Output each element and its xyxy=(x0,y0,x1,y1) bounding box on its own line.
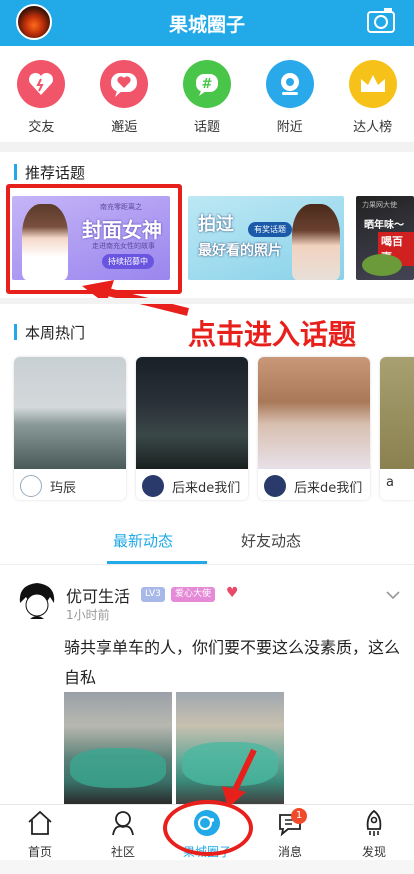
post-time: 1小时前 xyxy=(66,608,110,622)
topic-card-best-photo[interactable]: 拍过 有奖话题 最好看的照片 xyxy=(188,196,344,280)
hot-card[interactable]: 后来de我们 xyxy=(136,357,248,500)
user-avatar xyxy=(20,475,42,497)
annotation-arrow-icon xyxy=(222,748,257,808)
nav-label: 邂逅 xyxy=(111,120,138,135)
rocket-icon xyxy=(366,809,382,836)
divider xyxy=(0,564,414,565)
level-badge: LV3 xyxy=(141,587,165,602)
community-icon xyxy=(112,811,134,836)
chevron-down-icon[interactable] xyxy=(386,588,400,602)
nav-item-topics[interactable]: # 话题 xyxy=(166,56,249,138)
top-header: 果城圈子 xyxy=(0,0,414,46)
nav-item-friends[interactable]: 交友 xyxy=(0,56,83,138)
hot-card-user: 玙辰 xyxy=(20,475,76,497)
topic-brand: 力果网大使 xyxy=(362,201,397,209)
hot-card-photo xyxy=(136,357,248,469)
nav-label: 附近 xyxy=(276,120,303,135)
topic-title: 拍过 xyxy=(198,214,234,235)
crown-icon xyxy=(348,60,397,108)
user-avatar xyxy=(264,475,286,497)
home-indicator xyxy=(0,860,414,874)
hot-card[interactable]: 玙辰 xyxy=(14,357,126,500)
divider xyxy=(0,298,414,304)
divider xyxy=(0,142,414,152)
hashtag-icon: # xyxy=(182,60,231,108)
nav-item-encounter[interactable]: 邂逅 xyxy=(83,56,166,138)
post-author-avatar[interactable] xyxy=(16,579,58,621)
home-icon xyxy=(28,810,52,835)
section-bar xyxy=(14,324,17,340)
section-title: 推荐话题 xyxy=(25,163,86,182)
heart-icon: ♥ xyxy=(226,585,239,601)
role-badge: 爱心大使 xyxy=(171,587,216,602)
hot-card-photo xyxy=(258,357,370,469)
section-recommended: 推荐话题 xyxy=(14,162,85,182)
hot-card[interactable]: 后来de我们 xyxy=(258,357,370,500)
hot-card-user: 后来de我们 xyxy=(142,475,240,497)
topic-card-new-year[interactable]: 力果网大使 晒年味～ 喝百事 xyxy=(356,196,414,280)
topic-tag: 有奖话题 xyxy=(248,222,292,237)
hot-card-user: a xyxy=(386,475,394,490)
bottom-nav-label: 社区 xyxy=(110,845,135,859)
user-avatar xyxy=(142,475,164,497)
hot-card-user: 后来de我们 xyxy=(264,475,362,497)
nav-label: 达人榜 xyxy=(353,120,393,135)
hot-card-username: 玙辰 xyxy=(50,480,77,496)
hot-card[interactable]: a xyxy=(380,357,414,500)
heart-friends-icon xyxy=(17,60,66,108)
location-icon xyxy=(265,60,314,108)
nav-item-ranking[interactable]: 达人榜 xyxy=(331,56,414,138)
section-title: 本周热门 xyxy=(25,323,86,342)
post-image[interactable] xyxy=(64,692,172,804)
quick-nav: 交友 邂逅 # 话题 附近 达人榜 xyxy=(0,56,414,138)
page-title: 果城圈子 xyxy=(168,14,245,36)
post-author-name[interactable]: 优可生活 xyxy=(66,583,130,607)
svg-text:#: # xyxy=(202,77,213,92)
camera-icon[interactable] xyxy=(366,7,396,35)
annotation-text: 点击进入话题 xyxy=(188,318,357,351)
bottom-nav-label: 发现 xyxy=(361,845,386,859)
nav-label: 话题 xyxy=(193,120,220,135)
nav-item-nearby[interactable]: 附近 xyxy=(248,56,331,138)
tab-friends[interactable]: 好友动态 xyxy=(241,530,301,551)
topic-title: 晒年味～ xyxy=(364,220,404,231)
messages-badge: 1 xyxy=(291,808,307,824)
app-screen: 果城圈子 交友 邂逅 # 话题 附近 达人榜 推荐话题 南充零距离之 封面女神 … xyxy=(0,0,414,874)
bottom-nav-label: 首页 xyxy=(27,845,52,859)
topic-subtitle: 最好看的照片 xyxy=(198,243,282,259)
section-bar xyxy=(14,164,17,180)
tab-latest[interactable]: 最新动态 xyxy=(113,530,173,551)
hot-card-username: 后来de我们 xyxy=(172,480,241,496)
bottom-nav-label: 消息 xyxy=(277,845,302,859)
post-text: 骑共享单车的人，你们要不要这么没素质，这么自私 xyxy=(64,638,401,687)
heart-bubble-icon xyxy=(100,60,149,108)
topic-photo xyxy=(362,254,402,276)
annotation-highlight-circle xyxy=(163,800,253,856)
hot-card-username: 后来de我们 xyxy=(294,480,363,496)
hot-card-username: a xyxy=(386,475,394,490)
bike-shape xyxy=(70,748,166,788)
nav-label: 交友 xyxy=(28,120,55,135)
topic-photo xyxy=(292,204,340,280)
hot-card-photo xyxy=(380,357,414,469)
hot-card-photo xyxy=(14,357,126,469)
section-weekly-hot: 本周热门 xyxy=(14,322,85,342)
